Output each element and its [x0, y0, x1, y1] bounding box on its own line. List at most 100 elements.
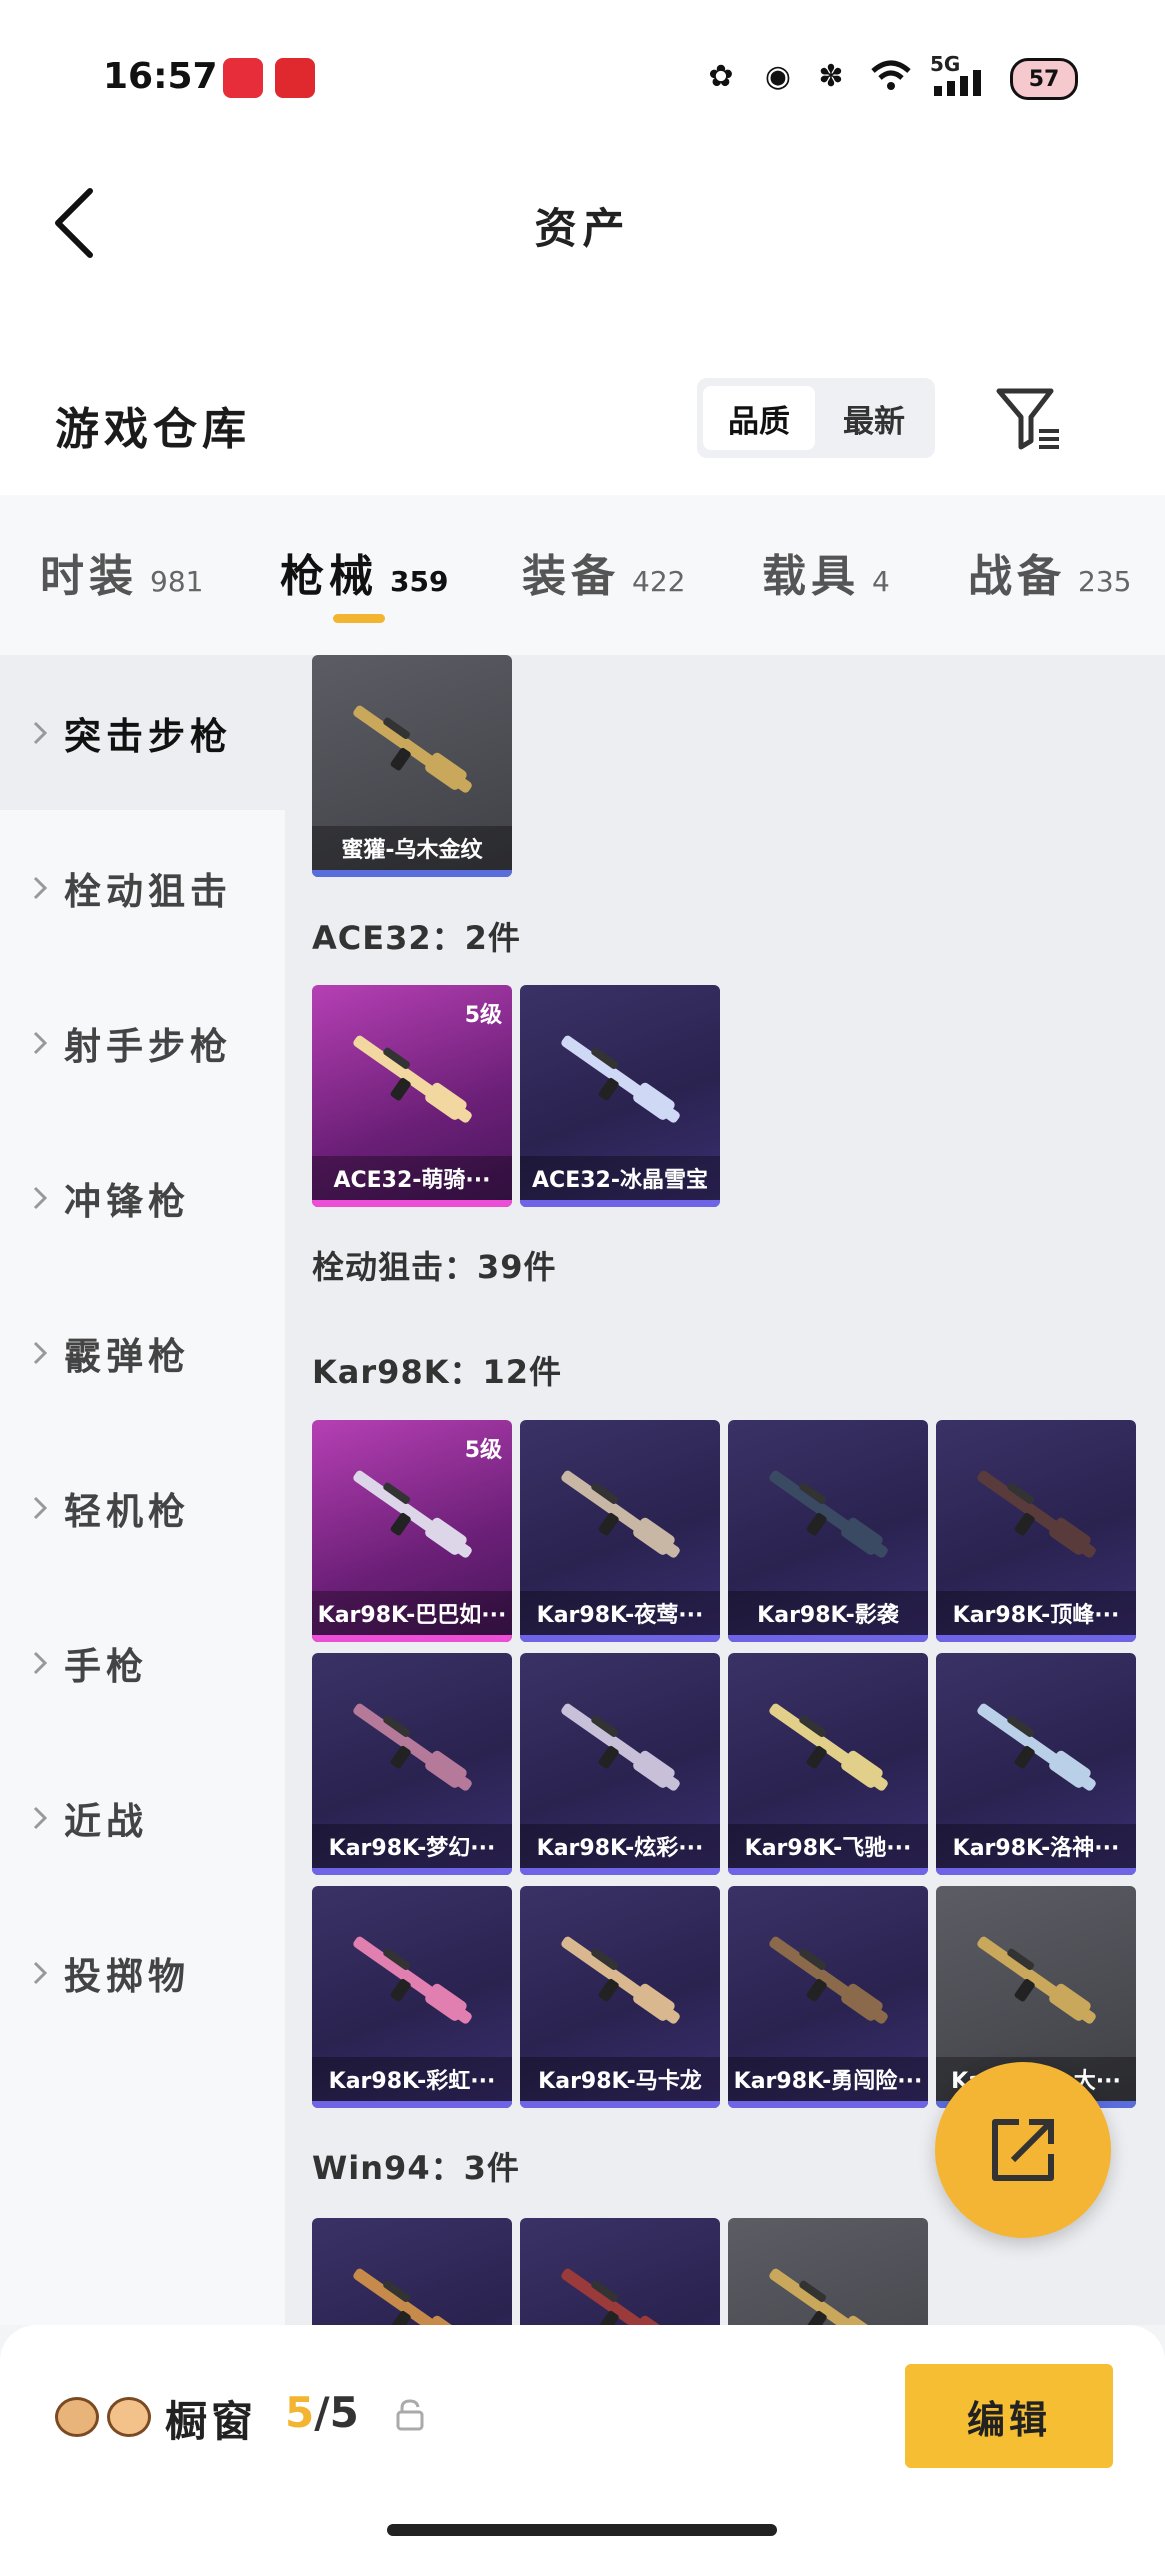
weapon-image: [353, 1035, 472, 1123]
weapon-image: [769, 1936, 888, 2024]
wifi-icon: [870, 55, 912, 97]
tab-supplies[interactable]: 战备 235: [968, 540, 1131, 604]
weapon-name: Kar98K-影袭: [728, 1591, 928, 1635]
edit-button[interactable]: 编辑: [905, 2364, 1113, 2468]
chevron-right-icon: [33, 1186, 48, 1209]
rarity-bar: [312, 870, 512, 877]
sidebar-item-label: 手枪: [64, 1644, 148, 1688]
showcase-label: 橱窗: [165, 2397, 258, 2446]
bear-icon-2: [107, 2397, 151, 2437]
sidebar-item-label: 冲锋枪: [64, 1179, 190, 1223]
weapon-name: Kar98K-马卡龙: [520, 2057, 720, 2101]
page-title: 资产: [534, 204, 631, 253]
weapon-image: [353, 2268, 472, 2325]
tab-equipment[interactable]: 装备 422: [522, 540, 685, 604]
sidebar-item-label: 霰弹枪: [64, 1334, 190, 1378]
weapon-image: [561, 1703, 680, 1791]
weapon-image: [977, 1470, 1096, 1558]
weapon-card[interactable]: Kar98K-勇闯险···: [728, 1886, 928, 2108]
weapon-card[interactable]: [312, 2218, 512, 2325]
tab-outfits[interactable]: 时装 981: [40, 540, 203, 604]
filter-icon[interactable]: [995, 385, 1065, 455]
weapon-image: [769, 1470, 888, 1558]
sort-quality-button[interactable]: 品质: [703, 386, 815, 450]
weapon-card[interactable]: 5级 Kar98K-巴巴如···: [312, 1420, 512, 1642]
chevron-right-icon: [33, 721, 48, 744]
weapon-image: [977, 1703, 1096, 1791]
weapon-name: 蜜獾-乌木金纹: [312, 826, 512, 870]
sidebar-item[interactable]: 手枪: [0, 1585, 285, 1740]
weapon-image: [561, 2268, 680, 2325]
weapon-card[interactable]: 5级 ACE32-萌骑···: [312, 985, 512, 1207]
sidebar-item[interactable]: 近战: [0, 1740, 285, 1895]
sidebar-item-label: 射手步枪: [64, 1024, 232, 1068]
weapon-card[interactable]: 蜜獾-乌木金纹: [312, 655, 512, 877]
weapon-card[interactable]: Kar98K-飞驰···: [728, 1653, 928, 1875]
chevron-right-icon: [33, 1341, 48, 1364]
weapon-image: [353, 705, 472, 793]
tab-vehicles[interactable]: 载具 4: [762, 540, 890, 604]
chevron-right-icon: [33, 876, 48, 899]
weapon-name: Kar98K-洛神···: [936, 1824, 1136, 1868]
weapon-name: Kar98K-勇闯险···: [728, 2057, 928, 2101]
weapon-card[interactable]: [520, 2218, 720, 2325]
weapon-image: [561, 1035, 680, 1123]
weapon-name: Kar98K-夜莺···: [520, 1591, 720, 1635]
level-badge: 5级: [464, 1438, 502, 1463]
weapon-card[interactable]: Kar98K-夜莺···: [520, 1420, 720, 1642]
weapon-image: [561, 1470, 680, 1558]
weapon-card[interactable]: Kar98K-马卡龙: [520, 1886, 720, 2108]
weapon-name: Kar98K-彩虹···: [312, 2057, 512, 2101]
chevron-right-icon: [33, 1496, 48, 1519]
tab-weapons[interactable]: 枪械 359: [280, 540, 448, 604]
rarity-bar: [936, 1635, 1136, 1642]
rarity-bar: [312, 1868, 512, 1875]
rarity-bar: [520, 1635, 720, 1642]
weapon-card[interactable]: Kar98K-顶峰···: [936, 1420, 1136, 1642]
sidebar-item-label: 近战: [64, 1799, 148, 1843]
weapon-image: [769, 2268, 888, 2325]
sidebar-item-label: 投掷物: [64, 1954, 190, 1998]
sidebar-item[interactable]: 轻机枪: [0, 1430, 285, 1585]
weapon-name: Kar98K-飞驰···: [728, 1824, 928, 1868]
sidebar-item[interactable]: 冲锋枪: [0, 1120, 285, 1275]
weapon-name: Kar98K-炫彩···: [520, 1824, 720, 1868]
status-time: 16:57: [103, 56, 218, 97]
app-notification-icon-2: [275, 58, 315, 98]
sort-newest-button[interactable]: 最新: [818, 386, 930, 450]
group-header-win94: Win94：3件: [312, 2149, 520, 2187]
weapon-card[interactable]: Kar98K-炫彩···: [520, 1653, 720, 1875]
weapon-name: Kar98K-梦幻···: [312, 1824, 512, 1868]
group-header-ace32: ACE32：2件: [312, 919, 521, 957]
rarity-bar: [520, 1868, 720, 1875]
weapon-image: [561, 1936, 680, 2024]
chevron-right-icon: [33, 1961, 48, 1984]
sidebar-item[interactable]: 射手步枪: [0, 965, 285, 1120]
weapon-name: Kar98K-巴巴如···: [312, 1591, 512, 1635]
chevron-right-icon: [33, 1651, 48, 1674]
weapon-card[interactable]: Kar98K-洛神···: [936, 1653, 1136, 1875]
app-notification-icon: [223, 58, 263, 98]
chevron-right-icon: [33, 1806, 48, 1829]
showcase-count: 5/5: [285, 2388, 359, 2437]
weapon-card[interactable]: [728, 2218, 928, 2325]
weapon-card[interactable]: Kar98K-影袭: [728, 1420, 928, 1642]
weapon-card[interactable]: Kar98K-梦幻···: [312, 1653, 512, 1875]
alarm-icon: ◉: [764, 58, 792, 94]
sidebar-item[interactable]: 栓动狙击: [0, 810, 285, 965]
sidebar-item[interactable]: 突击步枪: [0, 655, 285, 810]
showcase-avatars: [55, 2397, 151, 2437]
sidebar-item[interactable]: 投掷物: [0, 1895, 285, 2050]
share-button[interactable]: [935, 2062, 1111, 2238]
battery-indicator: 57: [1010, 58, 1078, 100]
section-title: 游戏仓库: [55, 404, 251, 455]
share-icon: [992, 2119, 1054, 2181]
home-indicator: [387, 2524, 777, 2536]
weapon-card[interactable]: Kar98K-彩虹···: [312, 1886, 512, 2108]
weapon-card[interactable]: ACE32-冰晶雪宝: [520, 985, 720, 1207]
weapon-name: Kar98K-顶峰···: [936, 1591, 1136, 1635]
rarity-bar: [520, 2101, 720, 2108]
rarity-bar: [728, 2101, 928, 2108]
sidebar-item[interactable]: 霰弹枪: [0, 1275, 285, 1430]
rarity-bar: [728, 1635, 928, 1642]
